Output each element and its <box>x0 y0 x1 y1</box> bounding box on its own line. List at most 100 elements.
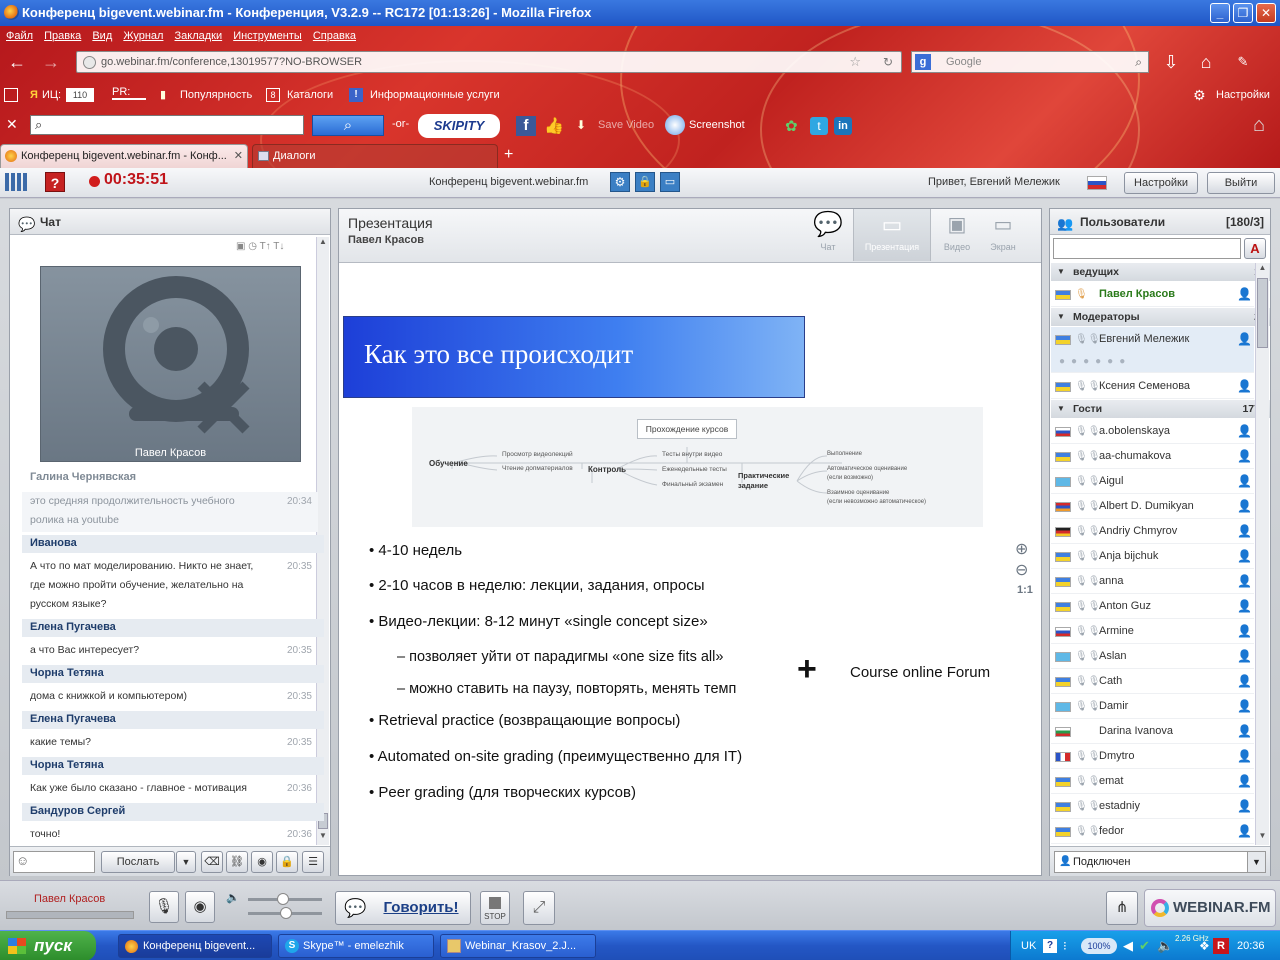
linkedin-icon[interactable]: in <box>834 117 852 135</box>
user-row[interactable]: 🎙🎙 Anja bijchuk 👤 <box>1051 544 1254 569</box>
user-row[interactable]: 🎙🎙 anna 👤 <box>1051 569 1254 594</box>
microphone-button[interactable]: 🎙 <box>149 891 179 923</box>
slider-thumb[interactable] <box>277 893 289 905</box>
tray-indicator-icon[interactable]: ⁝ <box>1063 931 1067 960</box>
search-engine-box[interactable]: g Google ⌕ <box>911 51 1149 73</box>
facebook-icon[interactable]: f <box>516 116 536 136</box>
skipity-search-button[interactable]: ⌕ <box>312 115 384 136</box>
screenshot-link[interactable]: Screenshot <box>689 119 745 131</box>
arrow-left-icon[interactable]: ◀ <box>1123 931 1133 960</box>
bookmark-star-icon[interactable]: ☆ <box>849 52 861 72</box>
volume-icon[interactable]: 🔈 <box>1157 931 1173 960</box>
search-icon[interactable]: ⌕ <box>1135 52 1142 72</box>
home-icon[interactable]: ⌂ <box>1253 114 1265 137</box>
webcam-button[interactable]: ◉ <box>185 891 215 923</box>
reload-icon[interactable]: ↻ <box>883 52 893 72</box>
forward-arrow-icon[interactable]: → <box>40 52 62 72</box>
user-row[interactable]: 🎙🎙 Andriy Chmyrov 👤 <box>1051 519 1254 544</box>
mode-tab-video[interactable]: ▣ Видео <box>935 209 979 261</box>
users-scrollbar[interactable]: ▲ ▼ <box>1255 263 1269 845</box>
collapse-arrow-icon[interactable]: ▼ <box>1057 263 1065 281</box>
tray-r-icon[interactable]: R <box>1213 938 1229 954</box>
scroll-down-icon[interactable]: ▼ <box>317 831 329 845</box>
user-controls-icons[interactable]: ●●●●●● <box>1059 349 1131 374</box>
zoom-in-icon[interactable]: ⊕ <box>1015 539 1028 559</box>
help-icon[interactable]: ? <box>1043 939 1057 953</box>
taskbar-item-firefox[interactable]: Конференц bigevent... <box>118 934 272 958</box>
user-group-guests[interactable]: ▼ Гости 177 <box>1051 400 1270 418</box>
popularity-link[interactable]: Популярность <box>180 84 252 106</box>
tray-app-icon[interactable]: ❖ <box>1199 931 1210 960</box>
eraser-icon[interactable]: ⌫ <box>201 851 223 873</box>
download-arrow-icon[interactable]: ⇩ <box>1160 52 1182 72</box>
smiley-icon[interactable]: ☺ <box>16 853 29 868</box>
stop-button[interactable]: STOP <box>480 891 510 925</box>
list-icon[interactable]: ☰ <box>302 851 324 873</box>
gear-icon[interactable]: ⚙ <box>610 172 630 192</box>
user-row[interactable]: 🎙🎙 Dmytro 👤 <box>1051 744 1254 769</box>
settings-button[interactable]: Настройки <box>1124 172 1198 194</box>
share-button[interactable]: ⋔ <box>1106 891 1138 925</box>
zoom-indicator[interactable]: 100% <box>1081 938 1117 954</box>
scroll-down-icon[interactable]: ▼ <box>1256 831 1269 845</box>
tab-close-icon[interactable]: ✕ <box>234 145 243 167</box>
skipity-search-input[interactable]: ⌕ <box>30 115 304 135</box>
bar-settings-link[interactable]: Настройки <box>1216 84 1270 106</box>
scroll-up-icon[interactable]: ▲ <box>1256 263 1269 277</box>
menu-history[interactable]: Журнал <box>123 30 163 42</box>
back-arrow-icon[interactable]: ← <box>6 52 28 72</box>
lock-icon[interactable]: 🔒 <box>635 172 655 192</box>
font-a-icon[interactable]: ▣ <box>236 241 245 252</box>
bar-toggle-icon[interactable] <box>4 88 18 102</box>
new-tab-button[interactable]: + <box>504 143 513 167</box>
language-flag-icon[interactable] <box>1087 176 1107 190</box>
start-button[interactable]: пуск <box>0 931 96 960</box>
eye-icon[interactable]: ◉ <box>251 851 273 873</box>
user-row-selected[interactable]: 🎙🎙 Евгений Мележик 👤 ●●●●●● <box>1051 327 1254 373</box>
skipity-logo[interactable]: SKIPITY <box>418 114 500 138</box>
text-size-up-icon[interactable]: T↑ <box>260 241 271 252</box>
help-button[interactable]: ? <box>45 172 65 192</box>
catalogs-link[interactable]: Каталоги <box>287 84 333 106</box>
user-row[interactable]: 🎙🎙 Aigul 👤 <box>1051 469 1254 494</box>
slider-thumb[interactable] <box>280 907 292 919</box>
sort-az-icon[interactable]: A <box>1244 238 1266 259</box>
maximize-button[interactable]: ❐ <box>1233 3 1253 23</box>
close-window-button[interactable]: ✕ <box>1256 3 1276 23</box>
tools-icon[interactable]: ✕ <box>6 116 18 133</box>
tab-dialogs[interactable]: Диалоги <box>252 144 498 168</box>
status-select[interactable]: 👤 Подключен ▼ <box>1054 851 1266 873</box>
user-row[interactable]: 🎙🎙 Cath 👤 <box>1051 669 1254 694</box>
url-bar[interactable]: go.webinar.fm/conference,13019577?NO-BRO… <box>76 51 902 73</box>
user-row[interactable]: 🎙🎙 Aslan 👤 <box>1051 644 1254 669</box>
text-size-down-icon[interactable]: T↓ <box>273 241 284 252</box>
save-video-link[interactable]: Save Video <box>598 119 654 131</box>
scroll-thumb[interactable] <box>1257 278 1268 348</box>
tab-conference[interactable]: Конференц bigevent.webinar.fm - Конф... … <box>0 144 248 168</box>
user-row[interactable]: Darina Ivanova 👤 <box>1051 719 1254 744</box>
logout-button[interactable]: Выйти <box>1207 172 1275 194</box>
user-group-hosts[interactable]: ▼ ведущих 1 <box>1051 263 1270 281</box>
menu-view[interactable]: Вид <box>92 30 112 42</box>
mode-tab-screen[interactable]: ▭ Экран <box>981 209 1025 261</box>
user-row[interactable]: 🎙 Павел Красов 👤 <box>1051 282 1254 307</box>
user-group-moderators[interactable]: ▼ Модераторы 2 <box>1051 308 1270 326</box>
menu-help[interactable]: Справка <box>313 30 356 42</box>
zoom-reset-button[interactable]: 1:1 <box>1017 584 1033 596</box>
zoom-out-icon[interactable]: ⊖ <box>1015 560 1028 580</box>
user-row[interactable]: 🎙🎙 emat 👤 <box>1051 769 1254 794</box>
window-icon[interactable]: ▭ <box>660 172 680 192</box>
clock-icon[interactable]: ◷ <box>248 241 257 252</box>
user-row[interactable]: 🎙🎙 fedor 👤 <box>1051 819 1254 844</box>
user-row[interactable]: 🎙🎙 Armine 👤 <box>1051 619 1254 644</box>
minimize-button[interactable]: _ <box>1210 3 1230 23</box>
user-row[interactable]: 🎙🎙 Albert D. Dumikyan 👤 <box>1051 494 1254 519</box>
layout-toggle-icon[interactable] <box>5 173 27 191</box>
user-row[interactable]: 🎙🎙 Anton Guz 👤 <box>1051 594 1254 619</box>
menu-edit[interactable]: Правка <box>44 30 81 42</box>
addon-icon[interactable]: ✎ <box>1232 52 1254 72</box>
send-button[interactable]: Послать <box>101 851 175 873</box>
menu-file[interactable]: Файл <box>6 30 33 42</box>
user-row[interactable]: 🎙🎙 Damir 👤 <box>1051 694 1254 719</box>
link-icon[interactable]: ⛓ <box>226 851 248 873</box>
